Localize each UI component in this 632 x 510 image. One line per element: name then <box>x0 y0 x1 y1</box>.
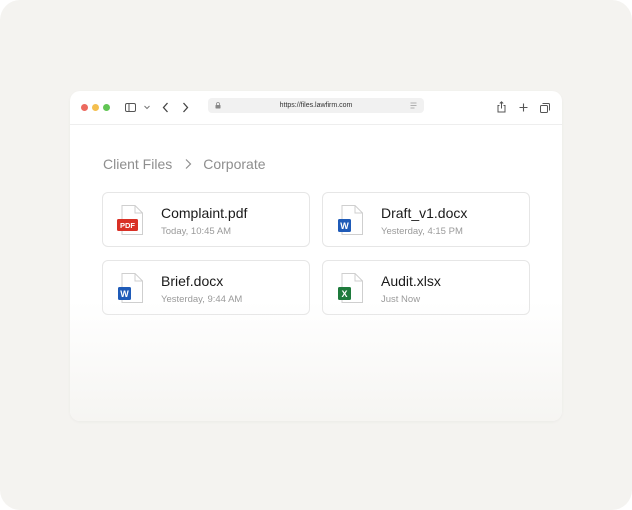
pdf-badge-label: PDF <box>120 221 135 230</box>
pdf-file-icon: PDF <box>117 205 143 235</box>
tabs-icon[interactable] <box>540 103 550 113</box>
file-modified: Today, 10:45 AM <box>161 226 232 237</box>
excel-badge-label: X <box>341 289 347 299</box>
address-bar[interactable]: https://files.lawfirm.com <box>208 98 424 113</box>
chevron-left-icon[interactable] <box>162 102 169 113</box>
browser-window: https://files.lawfirm.com Client Files C… <box>70 91 562 421</box>
chevron-right-icon[interactable] <box>182 102 189 113</box>
file-card-complaint[interactable]: PDF Complaint.pdf Today, 10:45 AM <box>102 192 310 247</box>
zoom-window-button[interactable] <box>103 104 110 111</box>
plus-icon[interactable] <box>519 103 528 112</box>
word-badge-label: W <box>340 221 349 231</box>
chevron-right-icon <box>185 159 192 169</box>
share-icon[interactable] <box>497 101 506 113</box>
word-badge-label: W <box>120 289 129 299</box>
breadcrumb-client-files[interactable]: Client Files <box>103 156 172 172</box>
word-file-icon: W <box>338 205 363 235</box>
chevron-down-icon[interactable] <box>144 105 150 110</box>
close-window-button[interactable] <box>81 104 88 111</box>
file-name: Complaint.pdf <box>161 205 248 221</box>
breadcrumb-corporate: Corporate <box>203 156 266 172</box>
file-modified: Just Now <box>381 294 421 305</box>
word-file-icon: W <box>118 273 143 303</box>
file-card-brief[interactable]: W Brief.docx Yesterday, 9:44 AM <box>102 260 310 315</box>
minimize-window-button[interactable] <box>92 104 99 111</box>
file-card-draft[interactable]: W Draft_v1.docx Yesterday, 4:15 PM <box>322 192 530 247</box>
reader-icon[interactable] <box>410 102 417 109</box>
browser-toolbar: https://files.lawfirm.com <box>70 91 562 125</box>
excel-file-icon: X <box>338 273 363 303</box>
file-name: Audit.xlsx <box>381 273 441 289</box>
bottom-fade <box>70 301 562 421</box>
address-url: https://files.lawfirm.com <box>279 102 353 109</box>
breadcrumb: Client Files Corporate <box>103 155 266 173</box>
file-modified: Yesterday, 9:44 AM <box>161 294 243 305</box>
file-name: Draft_v1.docx <box>381 205 468 221</box>
sidebar-toggle-icon[interactable] <box>125 103 136 112</box>
file-card-audit[interactable]: X Audit.xlsx Just Now <box>322 260 530 315</box>
file-name: Brief.docx <box>161 273 224 289</box>
file-modified: Yesterday, 4:15 PM <box>381 226 463 237</box>
